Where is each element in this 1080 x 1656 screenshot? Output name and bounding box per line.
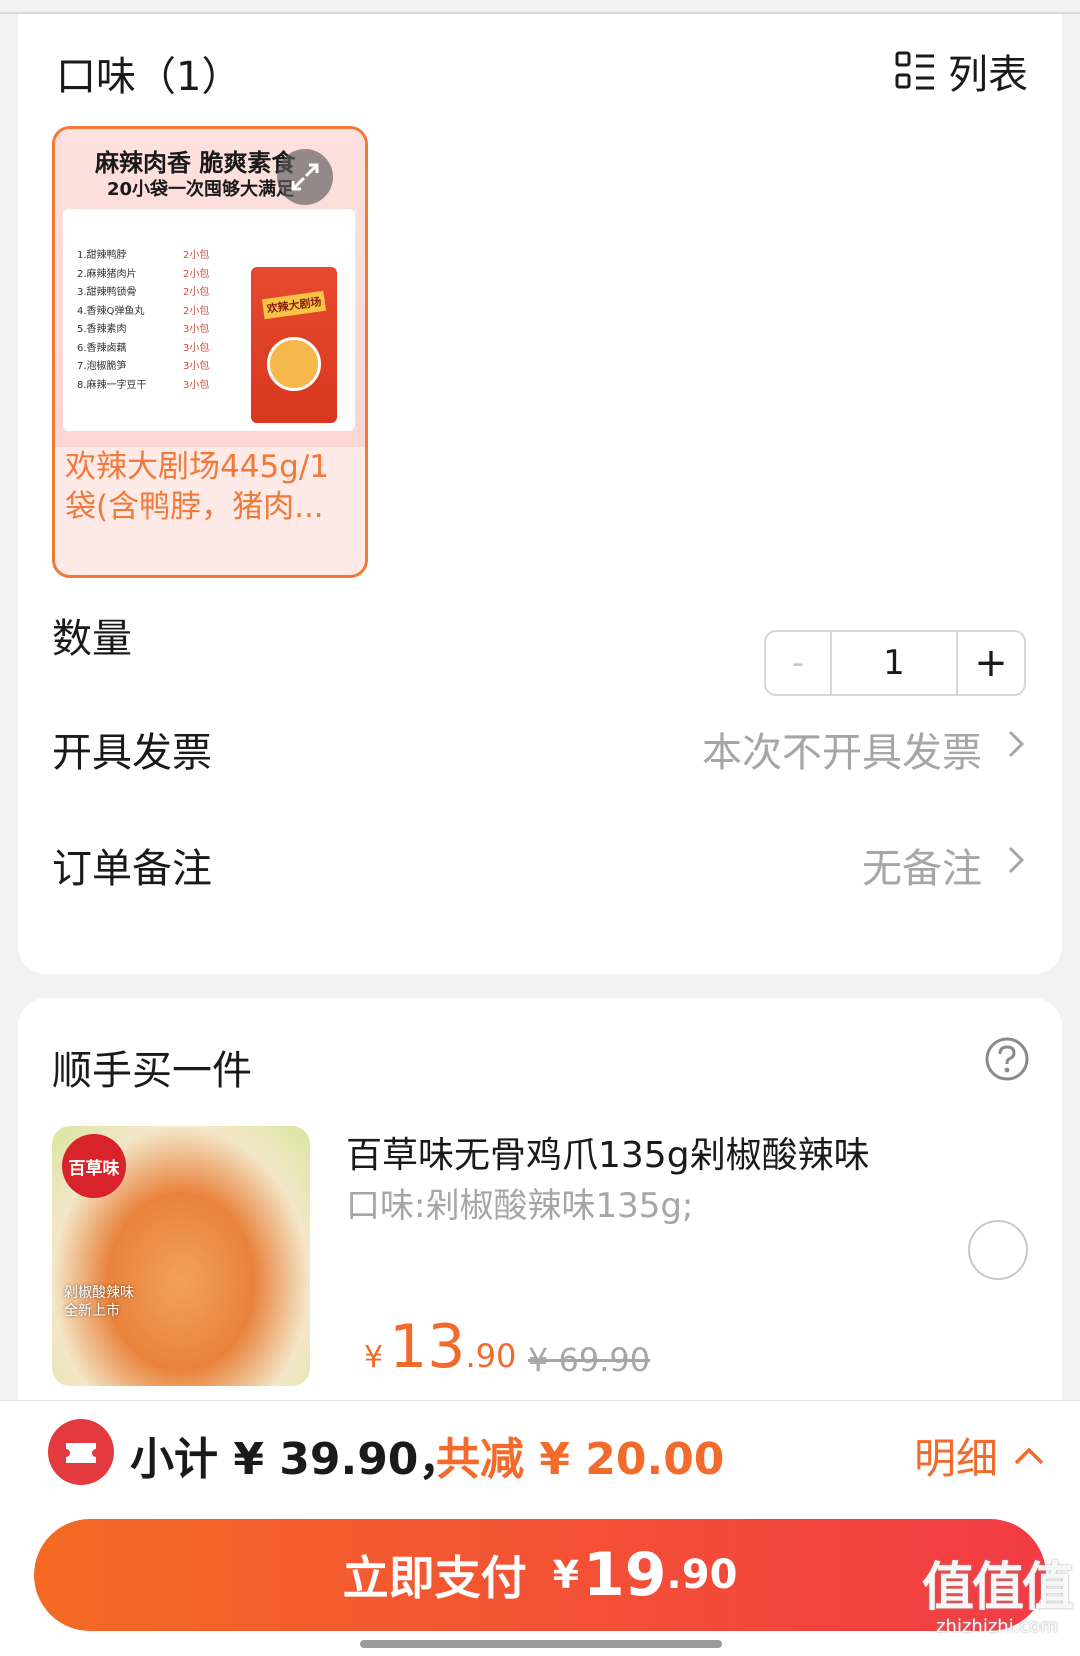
- addon-title: 顺手买一件: [52, 1048, 252, 1094]
- pay-currency: ¥: [552, 1553, 580, 1597]
- invoice-value: 本次不开具发票: [702, 730, 982, 776]
- discount-text: 共减 ¥ 20.00: [436, 1434, 725, 1485]
- quantity-input[interactable]: 1: [832, 632, 958, 694]
- price-currency: ¥: [364, 1340, 384, 1375]
- invoice-label: 开具发票: [52, 730, 212, 776]
- original-price: ¥ 69.90: [528, 1341, 651, 1379]
- product-image: 麻辣肉香 脆爽素食 20小袋一次囤够大满足 1.甜辣鸭脖 2.麻辣猪肉片 3.甜…: [55, 129, 365, 447]
- expand-button[interactable]: [277, 149, 333, 205]
- home-indicator: [360, 1640, 722, 1648]
- addon-card: 顺手买一件 百草味 剁椒酸辣味 全新上市 百草味无骨鸡爪135g剁椒酸辣味 口味…: [18, 998, 1062, 1418]
- quantity-label: 数量: [52, 616, 132, 662]
- order-card: 口味（1） 列表 麻辣肉香 脆爽素食 20小袋一次囤够大满足 1.甜辣鸭脖 2.…: [18, 14, 1062, 974]
- flavor-section-title: 口味（1）: [56, 54, 242, 100]
- watermark: 值值值 zhizhizhi.com: [921, 1558, 1074, 1637]
- detail-label: 明细: [913, 1434, 998, 1483]
- quantity-decrease-button[interactable]: -: [766, 632, 832, 694]
- chevron-up-icon: [1014, 1447, 1044, 1464]
- help-icon[interactable]: [984, 1036, 1030, 1082]
- addon-product-image[interactable]: 百草味 剁椒酸辣味 全新上市: [52, 1126, 310, 1386]
- brand-badge: 百草味: [62, 1134, 126, 1198]
- radio-unchecked-icon[interactable]: [968, 1220, 1028, 1280]
- image-headline: 麻辣肉香 脆爽素食: [95, 149, 296, 177]
- bag-emblem: [267, 337, 321, 391]
- addon-product-spec: 口味:剁椒酸辣味135g;: [346, 1186, 694, 1226]
- image-item-quantities: 2小包 2小包 2小包 2小包 3小包 3小包 3小包 3小包: [183, 250, 210, 391]
- price-integer: 13: [389, 1312, 466, 1382]
- image-subline: 20小袋一次囤够大满足: [107, 179, 295, 200]
- addon-product-name: 百草味无骨鸡爪135g剁椒酸辣味: [346, 1135, 870, 1176]
- flavor-product-tile[interactable]: 麻辣肉香 脆爽素食 20小袋一次囤够大满足 1.甜辣鸭脖 2.麻辣猪肉片 3.甜…: [52, 126, 368, 578]
- pay-amount-integer: 19: [583, 1540, 667, 1610]
- remark-label: 订单备注: [52, 846, 212, 892]
- quantity-stepper: - 1 +: [764, 630, 1026, 696]
- pay-now-button[interactable]: 立即支付 ¥ 19 .90: [34, 1519, 1046, 1631]
- subtotal-text: 小计 ¥ 39.90，: [130, 1434, 463, 1485]
- detail-toggle[interactable]: 明细: [914, 1425, 1046, 1486]
- coupon-icon: [48, 1419, 114, 1485]
- remark-value: 无备注: [862, 846, 982, 892]
- list-view-label: 列表: [948, 52, 1028, 98]
- image-item-list: 1.甜辣鸭脖 2.麻辣猪肉片 3.甜辣鸭锁骨 4.香辣Q弹鱼丸 5.香辣素肉 6…: [77, 250, 147, 391]
- chevron-right-icon: [1008, 730, 1025, 758]
- expand-icon: [291, 163, 319, 191]
- addon-price: ¥ 13 .90: [364, 1312, 516, 1382]
- checkout-bar: 小计 ¥ 39.90， 共减 ¥ 20.00 明细 立即支付 ¥ 19 .90: [0, 1400, 1080, 1656]
- image-badge-text: 剁椒酸辣味 全新上市: [64, 1285, 134, 1319]
- quantity-increase-button[interactable]: +: [958, 632, 1024, 694]
- list-view-toggle[interactable]: 列表: [894, 42, 1028, 100]
- flavor-product-name: 欢辣大剧场445g/1袋(含鸭脖，猪肉...: [65, 449, 330, 525]
- price-decimal: .90: [465, 1337, 517, 1375]
- chevron-right-icon: [1008, 846, 1025, 874]
- list-view-icon: [895, 51, 934, 90]
- pay-amount-decimal: .90: [666, 1552, 738, 1598]
- pay-label: 立即支付: [342, 1551, 527, 1605]
